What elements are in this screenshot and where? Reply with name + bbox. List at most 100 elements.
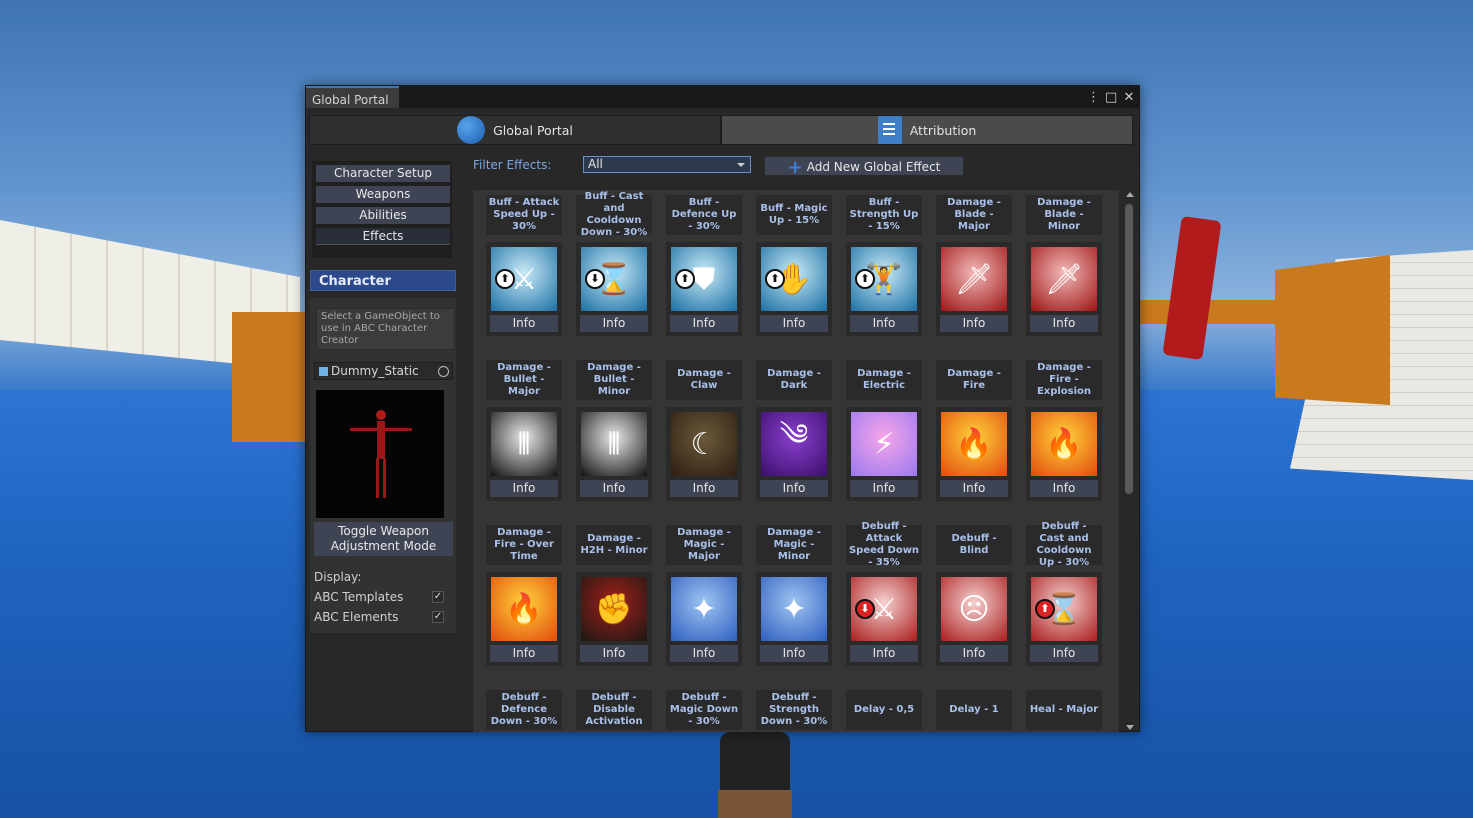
close-icon[interactable]: ✕ — [1123, 90, 1135, 105]
effect-info-button[interactable]: Info — [1030, 315, 1098, 332]
effect-tile: ⚔ ⬆ Info — [486, 242, 562, 336]
display-label: Display: — [314, 570, 362, 584]
character-preview — [316, 390, 444, 518]
effects-grid: Buff - Attack Speed Up - 30% ⚔ ⬆ Info Buff -… — [473, 190, 1119, 732]
abc-templates-row: ABC Templates ✓ — [314, 590, 444, 604]
fire-icon: 🔥 — [941, 412, 1007, 476]
effect-info-button[interactable]: Info — [940, 315, 1008, 332]
effect-info-button[interactable]: Info — [850, 480, 918, 497]
filter-effects-dropdown[interactable]: All — [583, 156, 751, 173]
abc-elements-checkbox[interactable]: ✓ — [432, 611, 444, 623]
right-bar — [1140, 300, 1290, 324]
effect-tile: ⌛ ⬇ Info — [576, 242, 652, 336]
object-picker-icon[interactable] — [438, 366, 449, 377]
effect-info-button[interactable]: Info — [670, 480, 738, 497]
effect-info-button[interactable]: Info — [670, 645, 738, 662]
abc-templates-checkbox[interactable]: ✓ — [432, 591, 444, 603]
effect-info-button[interactable]: Info — [1030, 480, 1098, 497]
effect-name: Damage - Dark — [756, 360, 832, 400]
effect-info-button[interactable]: Info — [580, 315, 648, 332]
nav-character-setup[interactable]: Character Setup — [316, 165, 450, 182]
effect-info-button[interactable]: Info — [760, 315, 828, 332]
arrow-up-icon: ⬆ — [1035, 599, 1055, 619]
effect-tile: ⦀ Info — [576, 407, 652, 501]
effect-name: Damage - Magic - Minor — [756, 525, 832, 565]
hourglass-icon: ⌛ ⬆ — [1031, 577, 1097, 641]
tab-attribution[interactable]: Attribution — [721, 115, 1133, 145]
effect-info-button[interactable]: Info — [490, 480, 558, 497]
character-panel: Select a GameObject to use in ABC Charac… — [310, 298, 456, 633]
scroll-thumb[interactable] — [1125, 204, 1133, 494]
arrow-up-icon: ⬆ — [855, 269, 875, 289]
effect-name: Damage - Bullet - Major — [486, 360, 562, 400]
gameobject-field[interactable]: Dummy_Static — [314, 362, 453, 380]
effect-info-button[interactable]: Info — [850, 645, 918, 662]
hourglass-icon: ⌛ ⬇ — [581, 247, 647, 311]
tab-global-portal[interactable]: Global Portal — [309, 115, 721, 145]
effect-name: Damage - Fire — [936, 360, 1012, 400]
effect-info-button[interactable]: Info — [940, 480, 1008, 497]
effects-scrollbar[interactable] — [1124, 190, 1134, 732]
effect-name: Debuff - Blind — [936, 525, 1012, 565]
effect-tile: ⚔ ⬇ Info — [846, 572, 922, 666]
effect-tile: ☹ Info — [936, 572, 1012, 666]
effect-tile: ༄ Info — [756, 407, 832, 501]
effect-info-button[interactable]: Info — [580, 645, 648, 662]
maximize-icon[interactable]: □ — [1105, 90, 1117, 105]
blindfold-icon: ☹ — [941, 577, 1007, 641]
effect-name: Debuff - Disable Activation — [576, 690, 652, 730]
nav-weapons[interactable]: Weapons — [316, 186, 450, 203]
arrow-up-icon: ⬆ — [765, 269, 785, 289]
effect-info-button[interactable]: Info — [670, 315, 738, 332]
magic-hand-icon: ✋ ⬆ — [761, 247, 827, 311]
scroll-up-icon[interactable] — [1126, 192, 1134, 197]
effect-tile: ⚡ Info — [846, 407, 922, 501]
effect-name: Damage - Magic - Major — [666, 525, 742, 565]
window-tab[interactable]: Global Portal — [306, 86, 399, 108]
top-tabs: Global Portal Attribution — [309, 115, 1133, 145]
effect-tile: ⛊ ⬆ Info — [666, 242, 742, 336]
effect-name: Delay - 1 — [936, 690, 1012, 730]
effect-info-button[interactable]: Info — [490, 645, 558, 662]
sparkles-icon: ✦ — [671, 577, 737, 641]
effect-tile: ☾ Info — [666, 407, 742, 501]
arrow-up-icon: ⬆ — [675, 269, 695, 289]
red-pillar — [1162, 215, 1222, 361]
effect-name: Buff - Strength Up - 15% — [846, 195, 922, 235]
add-new-global-effect-button[interactable]: + Add New Global Effect — [764, 156, 964, 178]
effect-info-button[interactable]: Info — [760, 645, 828, 662]
effect-info-button[interactable]: Info — [490, 315, 558, 332]
effect-name: Damage - Electric — [846, 360, 922, 400]
arrow-up-icon: ⬆ — [495, 269, 515, 289]
more-options-icon[interactable]: ⋮ — [1087, 90, 1100, 105]
punch-icon: ✊ — [581, 577, 647, 641]
effect-info-button[interactable]: Info — [940, 645, 1008, 662]
toggle-weapon-adjustment-button[interactable]: Toggle Weapon Adjustment Mode — [314, 522, 453, 556]
effect-info-button[interactable]: Info — [850, 315, 918, 332]
effect-info-button[interactable]: Info — [1030, 645, 1098, 662]
effect-name: Heal - Major — [1026, 690, 1102, 730]
nav-effects[interactable]: Effects — [316, 228, 450, 245]
effect-tile: 🔥 Info — [1026, 407, 1102, 501]
lightning-icon: ⚡ — [851, 412, 917, 476]
effect-name: Buff - Magic Up - 15% — [756, 195, 832, 235]
fire-icon: 🔥 — [491, 577, 557, 641]
filter-effects-label: Filter Effects: — [473, 158, 552, 172]
effect-info-button[interactable]: Info — [580, 480, 648, 497]
weightlifter-icon: 🏋 ⬆ — [851, 247, 917, 311]
effect-name: Buff - Defence Up - 30% — [666, 195, 742, 235]
scroll-down-icon[interactable] — [1126, 725, 1134, 730]
effect-tile: ✦ Info — [756, 572, 832, 666]
chevron-down-icon — [737, 163, 745, 167]
effect-tile: ✊ Info — [576, 572, 652, 666]
fire-icon: 🔥 — [1031, 412, 1097, 476]
plus-icon: + — [787, 157, 803, 178]
effect-name: Debuff - Magic Down - 30% — [666, 690, 742, 730]
dark-swirl-icon: ༄ — [761, 412, 827, 476]
effect-tile: 🔥 Info — [936, 407, 1012, 501]
effect-info-button[interactable]: Info — [760, 480, 828, 497]
bullet-icon: ⦀ — [581, 412, 647, 476]
nav-abilities[interactable]: Abilities — [316, 207, 450, 224]
blade-icon: 🗡 — [1031, 247, 1097, 311]
effect-name: Debuff - Cast and Cooldown Up - 30% — [1026, 521, 1102, 568]
